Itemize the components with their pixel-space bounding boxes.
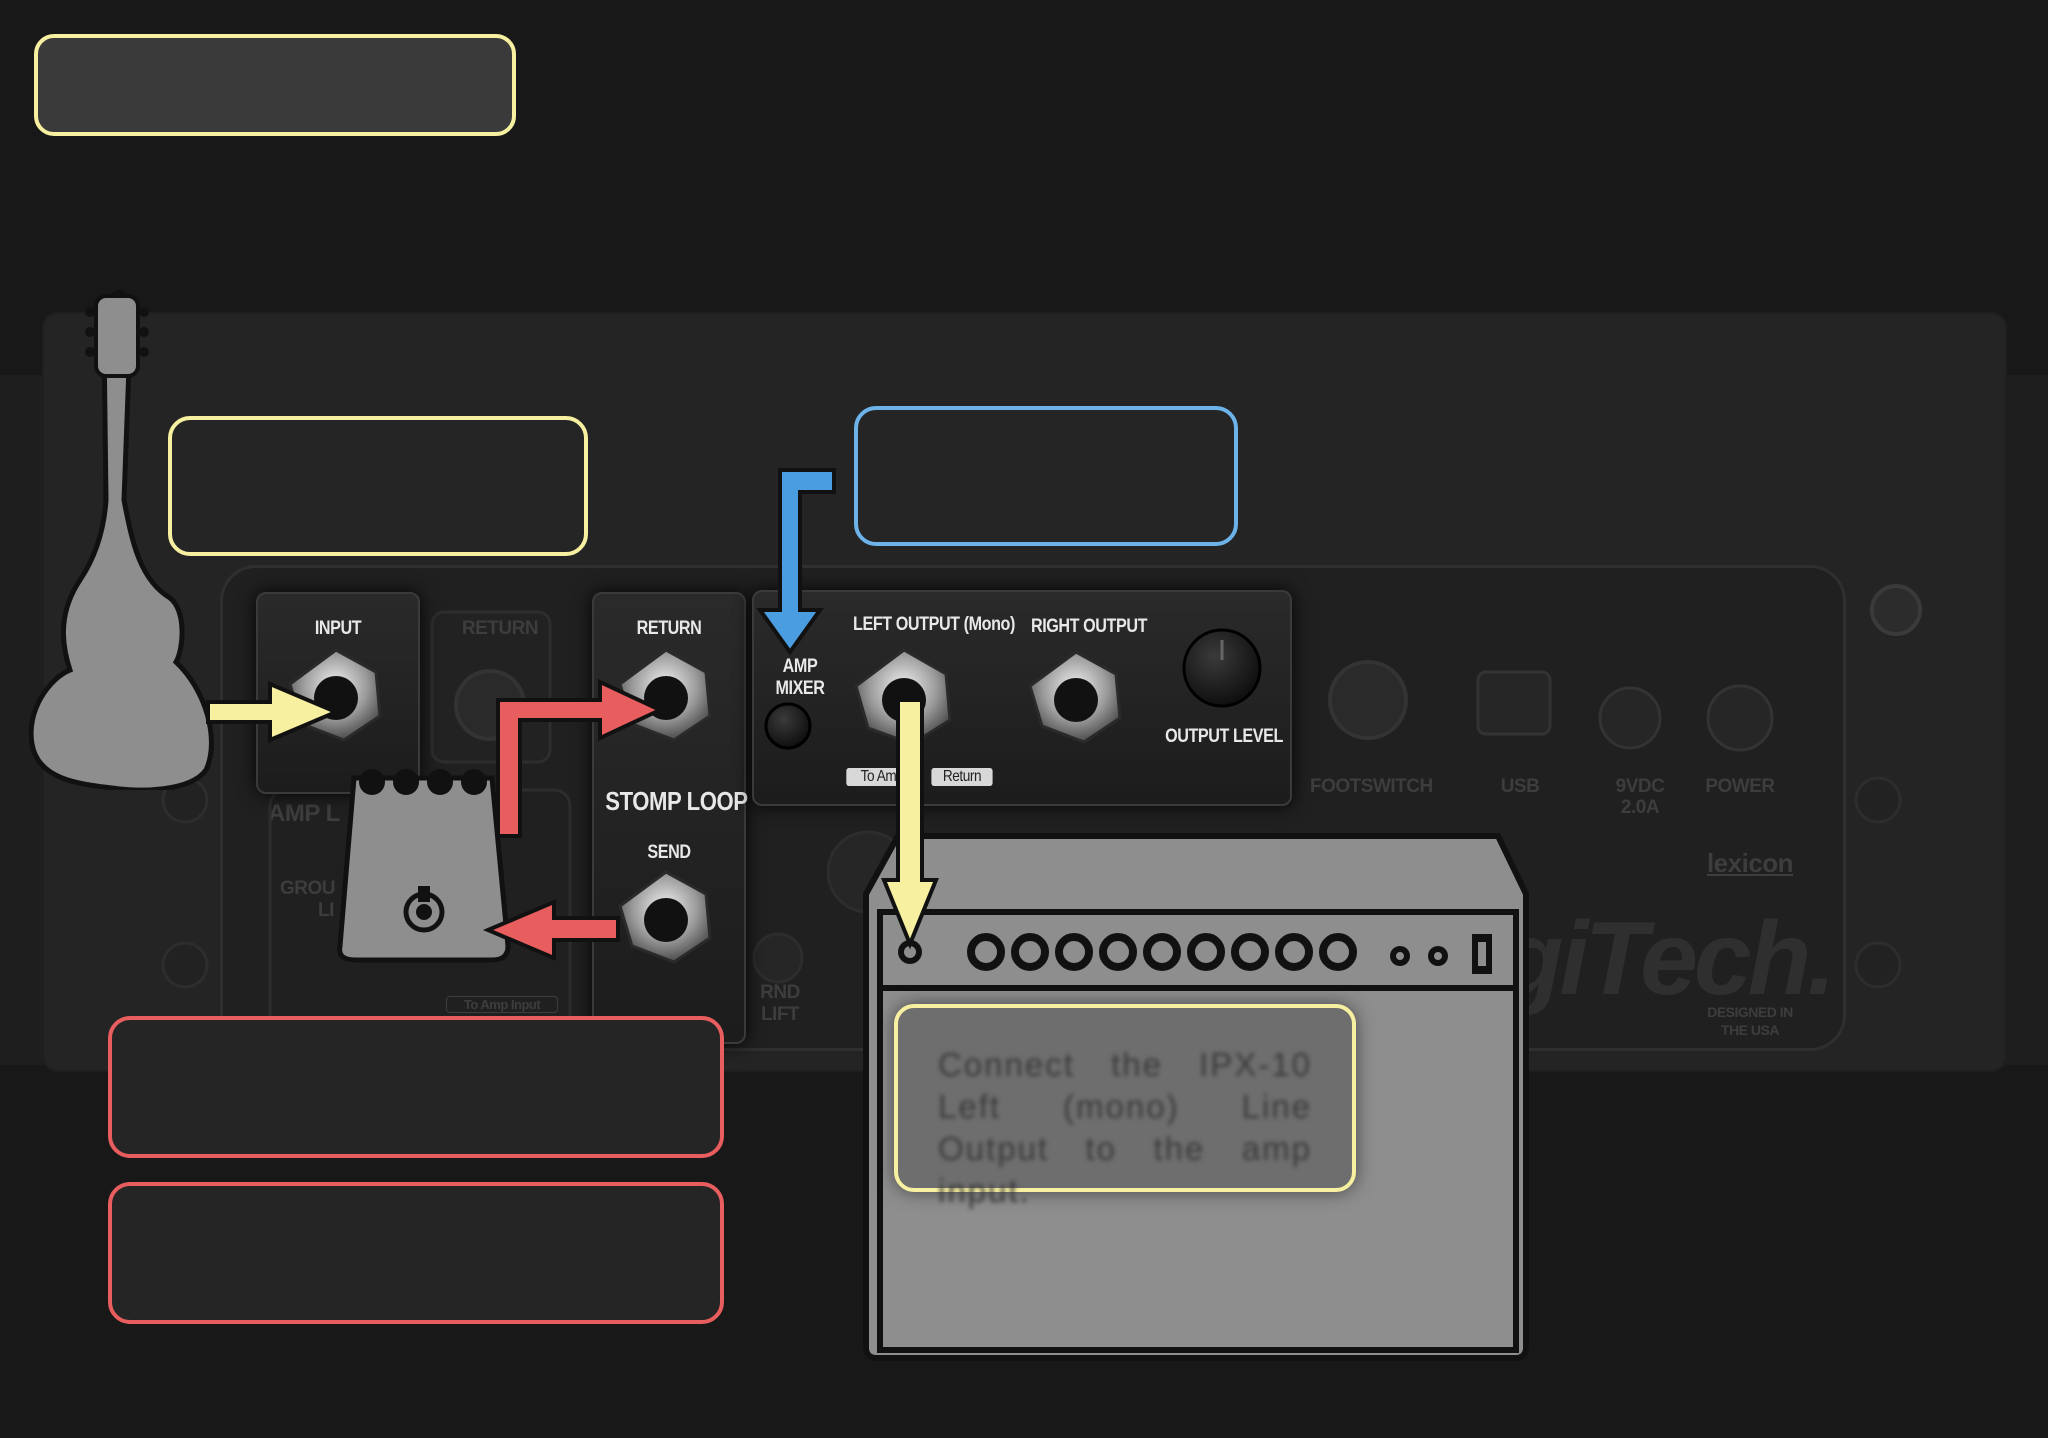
pedal-to-stomp-return-arrow (496, 678, 665, 838)
amp-mixer-arrow (756, 468, 836, 656)
left-output-to-amp-arrow (881, 698, 939, 950)
guitar-to-input-arrow (206, 680, 342, 744)
stomp-send-to-pedal-arrow (482, 898, 620, 962)
arrow-layer (206, 468, 939, 962)
